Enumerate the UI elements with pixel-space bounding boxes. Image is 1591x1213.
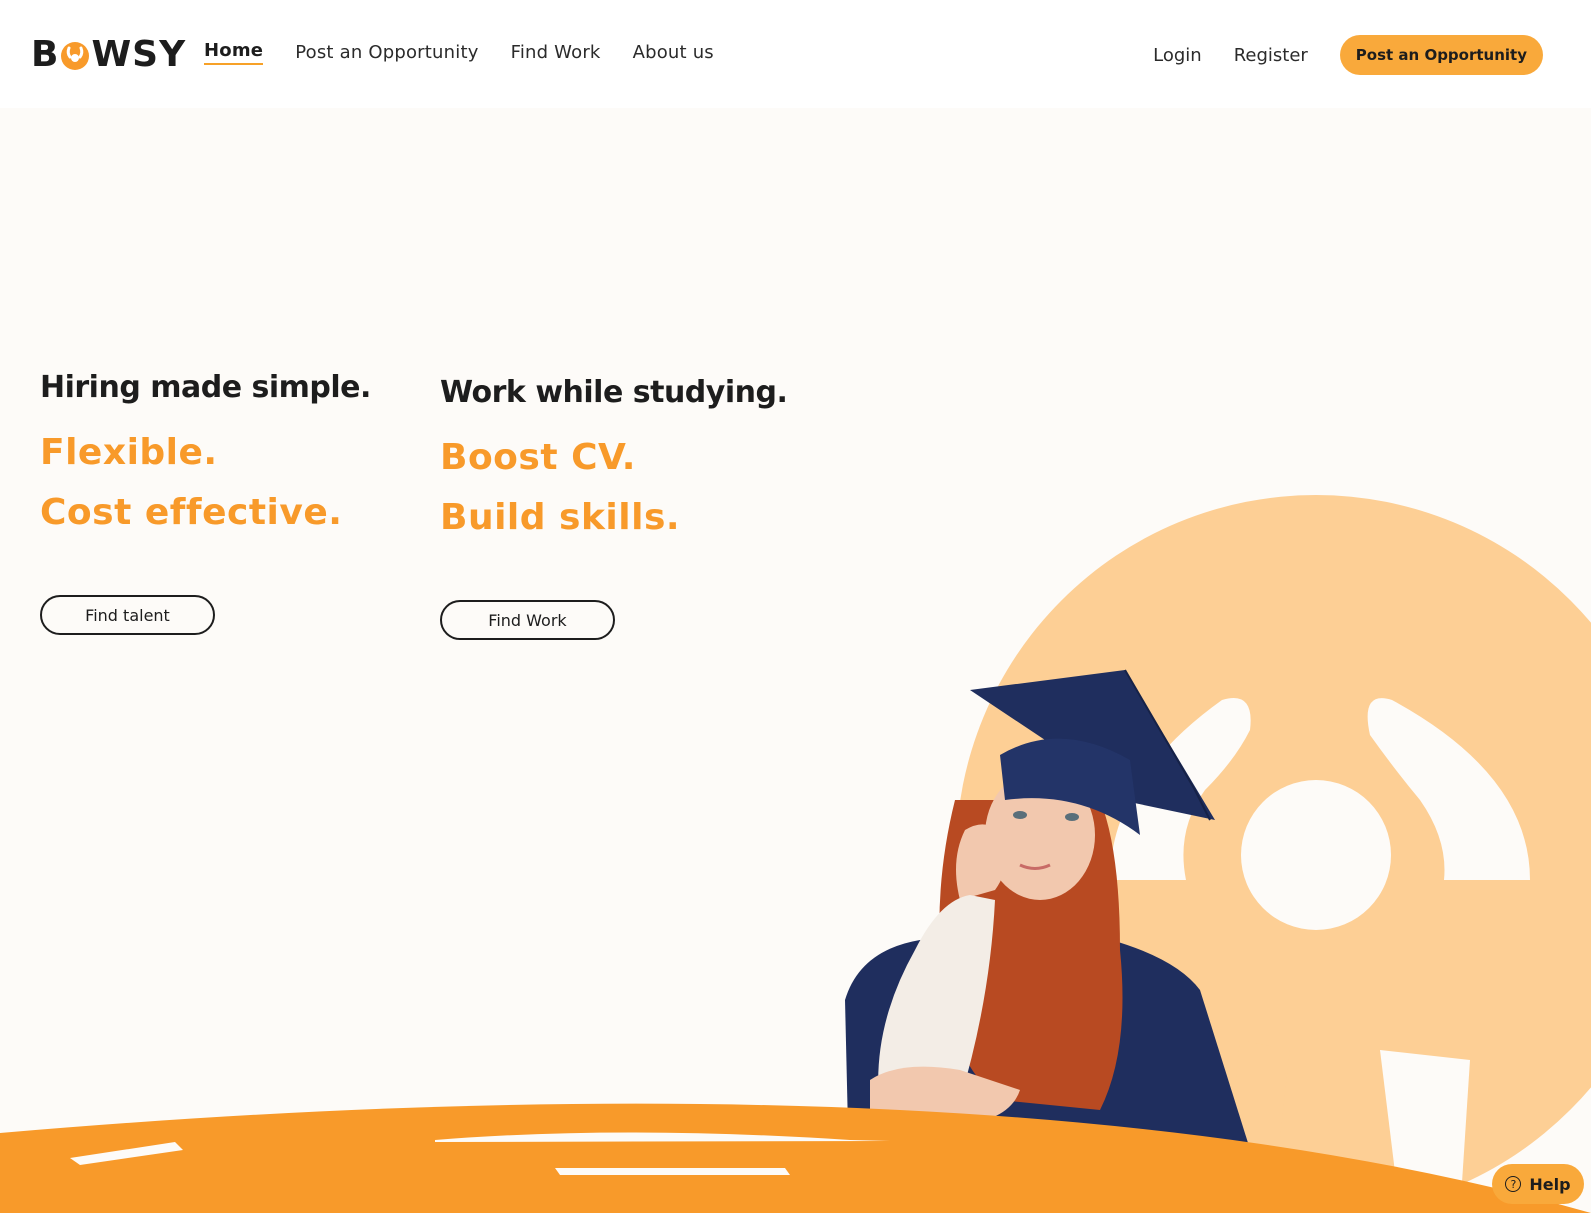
logo-text-right: WSY [91,33,187,75]
employers-line-1: Flexible. [40,432,218,473]
nav-about-us[interactable]: About us [633,42,714,63]
main-nav: Home Post an Opportunity Find Work About… [204,40,714,65]
nav-post-opportunity[interactable]: Post an Opportunity [295,42,478,63]
register-link[interactable]: Register [1234,45,1308,66]
nav-find-work[interactable]: Find Work [511,42,601,63]
help-button[interactable]: ? Help [1492,1164,1584,1204]
logo-o-mark-icon [60,39,90,70]
hero-illustration [0,495,1591,1213]
students-line-1: Boost CV. [440,437,636,478]
students-headline: Work while studying. [440,375,788,410]
find-work-button[interactable]: Find Work [440,600,615,640]
account-nav: Login Register Post an Opportunity [1153,35,1543,75]
top-header: B WSY Home Post an Opportunity Find Work… [0,0,1591,108]
employers-hero: Hiring made simple. Flexible. Cost effec… [40,370,371,635]
help-label: Help [1529,1174,1571,1194]
question-circle-icon: ? [1505,1176,1522,1192]
students-hero: Work while studying. Boost CV. Build ski… [440,375,788,640]
bowsy-logo[interactable]: B WSY [31,33,187,75]
nav-home[interactable]: Home [204,40,264,65]
find-talent-button[interactable]: Find talent [40,595,215,635]
employers-line-2: Cost effective. [40,492,343,533]
post-opportunity-button[interactable]: Post an Opportunity [1339,35,1543,75]
login-link[interactable]: Login [1153,45,1202,66]
logo-text-left: B [31,33,60,75]
employers-headline: Hiring made simple. [40,370,371,405]
students-line-2: Build skills. [440,497,681,538]
